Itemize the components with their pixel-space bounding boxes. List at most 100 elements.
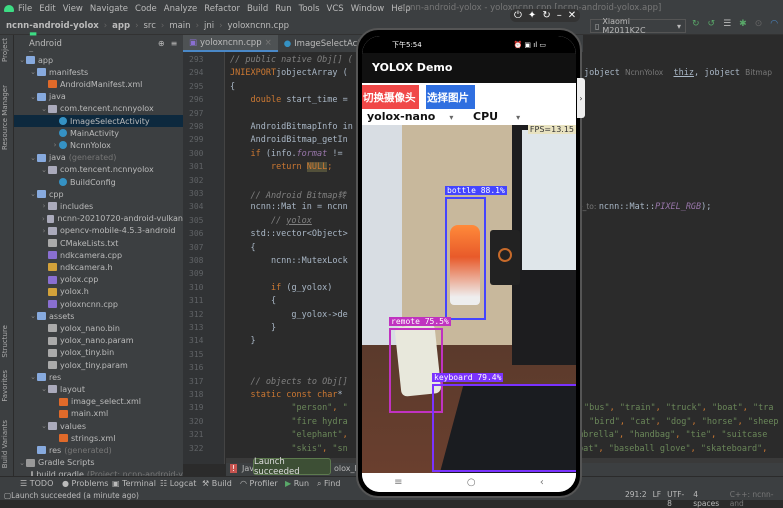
menu-run[interactable]: Run <box>275 4 291 14</box>
menu-analyze[interactable]: Analyze <box>164 4 198 14</box>
locate-icon[interactable]: ⊕ <box>158 39 165 48</box>
tree-item[interactable]: ⌄ Gradle Scripts <box>14 457 183 469</box>
tree-arrow-icon[interactable]: ⌄ <box>40 166 48 174</box>
tree-item[interactable]: MainActivity <box>14 127 183 139</box>
tree-item[interactable]: ⌄ app <box>14 54 183 66</box>
status-message[interactable]: Launch succeeded (a minute ago) <box>11 491 139 500</box>
device-spinner[interactable]: CPU ▾ <box>473 110 520 123</box>
minimize-icon[interactable]: – <box>557 10 562 21</box>
context[interactable]: C++: ncnn-and <box>730 490 783 508</box>
breadcrumb-file[interactable]: yoloxncnn.cpp <box>228 21 290 31</box>
tree-arrow-icon[interactable]: › <box>40 215 47 223</box>
logcat-tab[interactable]: ☷ Logcat <box>160 479 196 488</box>
tree-item[interactable]: yolox_tiny.bin <box>14 347 183 359</box>
menu-refactor[interactable]: Refactor <box>204 4 240 14</box>
breadcrumb-src[interactable]: src <box>143 21 155 31</box>
tree-arrow-icon[interactable]: ⌄ <box>29 154 37 162</box>
run-tab[interactable]: ▶ Run <box>285 479 309 488</box>
menu-code[interactable]: Code <box>135 4 157 14</box>
tree-item[interactable]: › includes <box>14 200 183 212</box>
power-icon[interactable]: ⏻ <box>514 10 522 21</box>
debug-icon[interactable]: ✱ <box>739 19 747 29</box>
menu-file[interactable]: File <box>18 4 32 14</box>
breadcrumb-jni[interactable]: jni <box>204 21 214 31</box>
terminal-tab[interactable]: ▣ Terminal <box>112 479 156 488</box>
tree-item[interactable]: build.gradle (Project: ncnn-android-y <box>14 469 183 476</box>
profiler-icon[interactable]: ◠ <box>770 19 778 29</box>
tree-item[interactable]: yolox_nano.param <box>14 335 183 347</box>
structure-tab[interactable]: Structure <box>1 325 9 358</box>
close-icon[interactable]: ✕ <box>568 10 576 21</box>
build-tab[interactable]: ⚒ Build <box>202 479 232 488</box>
tree-item[interactable]: ⌄ com.tencent.ncnnyolox <box>14 103 183 115</box>
todo-tab[interactable]: ☰ TODO <box>20 479 53 488</box>
tree-arrow-icon[interactable]: › <box>40 202 48 210</box>
tree-item[interactable]: CMakeLists.txt <box>14 237 183 249</box>
menu-tools[interactable]: Tools <box>299 4 320 14</box>
rotate-icon[interactable]: ↻ <box>542 10 550 21</box>
menu-view[interactable]: View <box>63 4 83 14</box>
tree-item[interactable]: ndkcamera.h <box>14 261 183 273</box>
tree-item[interactable]: ⌄ res <box>14 371 183 383</box>
tree-item[interactable]: yolox_nano.bin <box>14 322 183 334</box>
tree-arrow-icon[interactable]: ⌄ <box>18 459 26 467</box>
tree-item[interactable]: BuildConfig <box>14 176 183 188</box>
menu-edit[interactable]: Edit <box>39 4 55 14</box>
tree-item[interactable]: ⌄ manifests <box>14 66 183 78</box>
apply-code-changes-icon[interactable]: ↺ <box>708 19 716 29</box>
indent[interactable]: 4 spaces <box>693 490 723 508</box>
resource-manager-tab[interactable]: Resource Manager <box>1 85 9 150</box>
menu-navigate[interactable]: Navigate <box>90 4 128 14</box>
menu-icon[interactable]: ≡ <box>394 477 402 488</box>
device-selector[interactable]: ▯ Xiaomi M2011K2C ▾ <box>590 17 686 35</box>
tree-item[interactable]: ndkcamera.cpp <box>14 249 183 261</box>
tree-item[interactable]: res (generated) <box>14 444 183 456</box>
tree-item[interactable]: ImageSelectActivity <box>14 115 183 127</box>
encoding[interactable]: UTF-8 <box>667 490 687 508</box>
logcat-icon[interactable]: ☰ <box>723 19 731 29</box>
collapse-icon[interactable]: ≡ <box>171 39 178 48</box>
tree-item[interactable]: › NcnnYolox <box>14 139 183 151</box>
tree-arrow-icon[interactable]: › <box>40 227 48 235</box>
tree-item[interactable]: image_select.xml <box>14 396 183 408</box>
tree-item[interactable]: yolox.cpp <box>14 274 183 286</box>
tree-item[interactable]: › ncnn-20210720-android-vulkan <box>14 213 183 225</box>
tree-item[interactable]: ⌄ java <box>14 91 183 103</box>
tree-item[interactable]: ⌄ values <box>14 420 183 432</box>
home-icon[interactable]: ○ <box>467 477 476 488</box>
tree-arrow-icon[interactable]: ⌄ <box>29 68 37 76</box>
project-tool-tab[interactable]: Project <box>1 38 9 62</box>
tree-item[interactable]: ⌄ layout <box>14 383 183 395</box>
breadcrumb-main[interactable]: main <box>169 21 190 31</box>
attach-debugger-icon[interactable]: ⊙ <box>755 19 763 29</box>
menu-build[interactable]: Build <box>247 4 268 14</box>
tree-item[interactable]: ⌄ assets <box>14 310 183 322</box>
tree-arrow-icon[interactable]: ⌄ <box>18 56 26 64</box>
tree-item[interactable]: yolox.h <box>14 286 183 298</box>
close-icon[interactable]: × <box>265 38 272 48</box>
line-separator[interactable]: LF <box>653 490 662 508</box>
pin-icon[interactable]: ✦ <box>528 10 536 21</box>
tree-item[interactable]: yolox_tiny.param <box>14 359 183 371</box>
model-spinner[interactable]: yolox-nano ▾ <box>367 110 453 123</box>
tree-arrow-icon[interactable]: ⌄ <box>29 373 37 381</box>
tree-arrow-icon[interactable]: ⌄ <box>40 105 48 113</box>
tree-item[interactable]: ⌄ java (generated) <box>14 152 183 164</box>
build-variants-tab[interactable]: Build Variants <box>1 420 9 468</box>
menu-window[interactable]: Window <box>351 4 385 14</box>
tree-arrow-icon[interactable]: ⌄ <box>29 93 37 101</box>
tree-item[interactable]: ⌄ cpp <box>14 188 183 200</box>
favorites-tab[interactable]: Favorites <box>1 370 9 402</box>
tree-item[interactable]: AndroidManifest.xml <box>14 78 183 90</box>
tree-item[interactable]: strings.xml <box>14 432 183 444</box>
tree-item[interactable]: ⌄ com.tencent.ncnnyolox <box>14 164 183 176</box>
menu-vcs[interactable]: VCS <box>327 4 344 14</box>
caret-position[interactable]: 291:2 <box>625 490 647 508</box>
expand-panel-handle[interactable]: › <box>577 78 585 118</box>
tree-arrow-icon[interactable]: ⌄ <box>29 312 37 320</box>
find-tab[interactable]: ⌕ Find <box>317 479 340 489</box>
tree-item[interactable]: main.xml <box>14 408 183 420</box>
tab-yoloxncnn-cpp[interactable]: ▣ yoloxncnn.cpp × <box>183 35 278 52</box>
problems-tab[interactable]: ● Problems <box>62 479 108 488</box>
tree-item[interactable]: › opencv-mobile-4.5.3-android <box>14 225 183 237</box>
